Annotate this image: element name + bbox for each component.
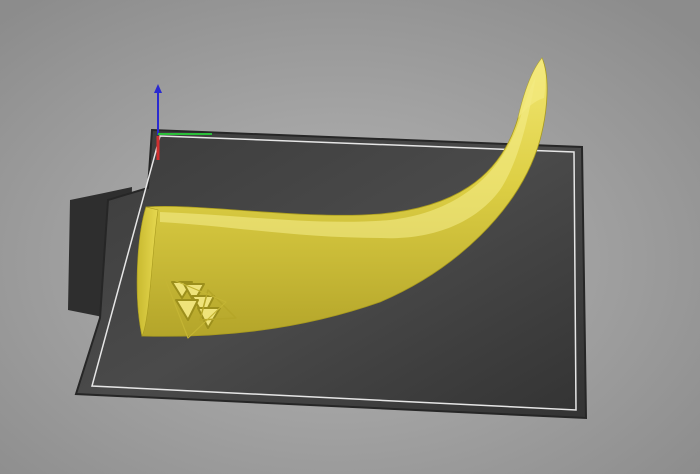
3d-viewport[interactable] [0, 0, 700, 474]
3d-scene[interactable] [0, 0, 700, 474]
